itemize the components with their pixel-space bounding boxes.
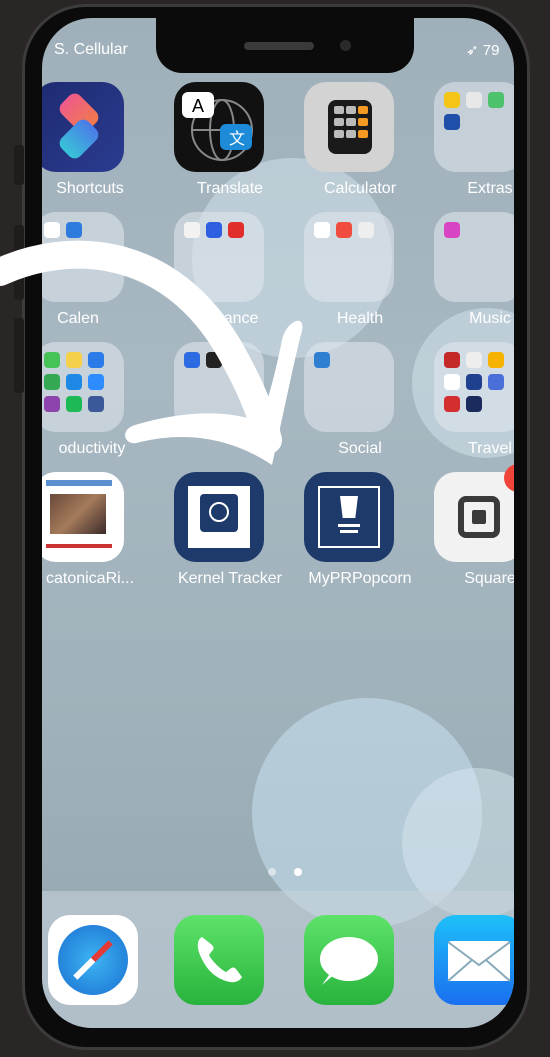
home-screen: S. Cellular ➶ 79 Shortcuts A 文 Translate (42, 18, 514, 1028)
volume-up-button (14, 225, 24, 300)
kernel-tracker-icon (174, 472, 264, 562)
app-label: Kernel Tracker (177, 570, 283, 587)
health-folder-icon (304, 212, 394, 302)
silent-switch (14, 145, 24, 185)
app-label: Health (336, 310, 384, 327)
carrier-label: S. Cellular (54, 41, 128, 58)
social-folder-icon (304, 342, 394, 432)
square-icon (434, 472, 514, 562)
finance-folder-icon (174, 212, 264, 302)
volume-down-button (14, 318, 24, 393)
speaker-grille (244, 42, 314, 50)
page-dot[interactable] (268, 868, 276, 876)
app-label: catonicaRi... (45, 570, 135, 587)
app-label: Extras (467, 180, 513, 197)
app-label: MyPRPopcorn (308, 570, 412, 587)
app-label: Square (464, 570, 514, 587)
catonica-app-icon (42, 472, 124, 562)
travel-folder-icon (434, 342, 514, 432)
shopping-folder-icon (174, 342, 264, 432)
mail-icon[interactable] (434, 915, 514, 1005)
app-label: Finance (201, 310, 259, 327)
app-label: oductivity (58, 440, 126, 457)
shortcuts-icon (42, 82, 124, 172)
battery-area: ➶ 79 (466, 41, 499, 59)
app-label: Calculator (323, 180, 397, 197)
extras-folder-icon (434, 82, 514, 172)
app-label: Translate (196, 180, 264, 197)
safari-icon[interactable] (48, 915, 138, 1005)
productivity-folder-icon (42, 342, 124, 432)
svg-text:A: A (192, 96, 204, 116)
app-label: Calen (57, 310, 99, 327)
calculator-icon (304, 82, 394, 172)
calendar-folder-icon (42, 212, 124, 302)
front-camera (340, 40, 351, 51)
app-label: Social (338, 440, 382, 457)
location-arrow-icon: ➶ (466, 42, 483, 59)
music-folder-icon (434, 212, 514, 302)
svg-text:文: 文 (229, 129, 245, 148)
app-label: Music (469, 310, 511, 327)
phone-icon[interactable] (174, 915, 264, 1005)
notch (156, 18, 414, 73)
messages-icon[interactable] (304, 915, 394, 1005)
page-dot-active[interactable] (294, 868, 302, 876)
myprpopcorn-icon (304, 472, 394, 562)
app-label: Travel (468, 440, 512, 457)
translate-icon: A 文 (174, 82, 264, 172)
app-label: Shortcuts (56, 180, 124, 197)
battery-percent: 79 (482, 42, 500, 59)
